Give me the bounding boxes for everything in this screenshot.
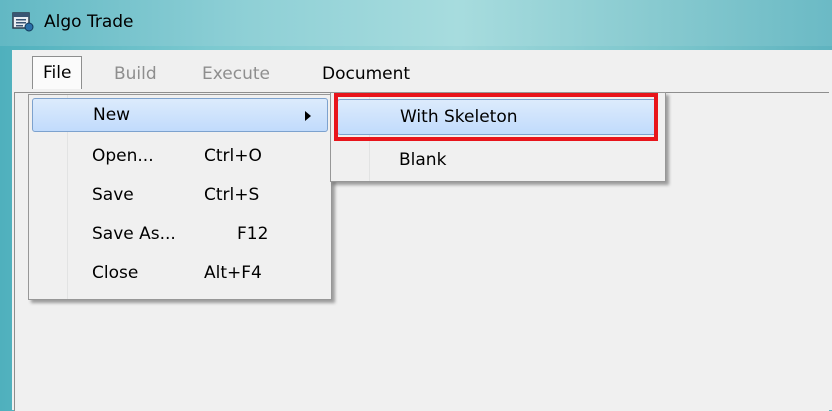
title-bar: Algo Trade xyxy=(0,0,832,46)
menu-item-blank[interactable]: Blank xyxy=(337,143,655,177)
menu-item-save-as[interactable]: Save As... F12 xyxy=(32,217,326,251)
menu-item-save[interactable]: Save Ctrl+S xyxy=(32,178,326,212)
file-dropdown-menu: New Open... Ctrl+O Save Ctrl+S Save As..… xyxy=(28,94,332,300)
menu-item-label: Close xyxy=(92,263,139,283)
menu-item-new[interactable]: New xyxy=(32,98,328,132)
menu-item-shortcut: Ctrl+O xyxy=(204,146,262,166)
menu-item-label: Save xyxy=(92,185,134,205)
menu-item-shortcut: Alt+F4 xyxy=(204,263,262,283)
chevron-right-icon xyxy=(305,111,311,121)
menu-item-open[interactable]: Open... Ctrl+O xyxy=(32,139,326,173)
menu-document[interactable]: Document xyxy=(312,59,420,89)
app-window-icon xyxy=(12,12,34,32)
menu-item-label: New xyxy=(93,105,131,125)
menu-bar: File Build Execute Document xyxy=(12,50,832,92)
menu-build[interactable]: Build xyxy=(104,59,167,89)
menu-item-shortcut: F12 xyxy=(237,224,269,244)
menu-item-label: Blank xyxy=(399,150,447,170)
window-title: Algo Trade xyxy=(44,12,134,32)
annotation-highlight-box xyxy=(334,93,658,141)
menu-item-label: Open... xyxy=(92,146,154,166)
menu-file[interactable]: File xyxy=(32,56,83,89)
menu-execute[interactable]: Execute xyxy=(192,59,280,89)
menu-item-label: Save As... xyxy=(92,224,176,244)
menu-item-shortcut: Ctrl+S xyxy=(204,185,260,205)
menu-item-close[interactable]: Close Alt+F4 xyxy=(32,256,326,290)
